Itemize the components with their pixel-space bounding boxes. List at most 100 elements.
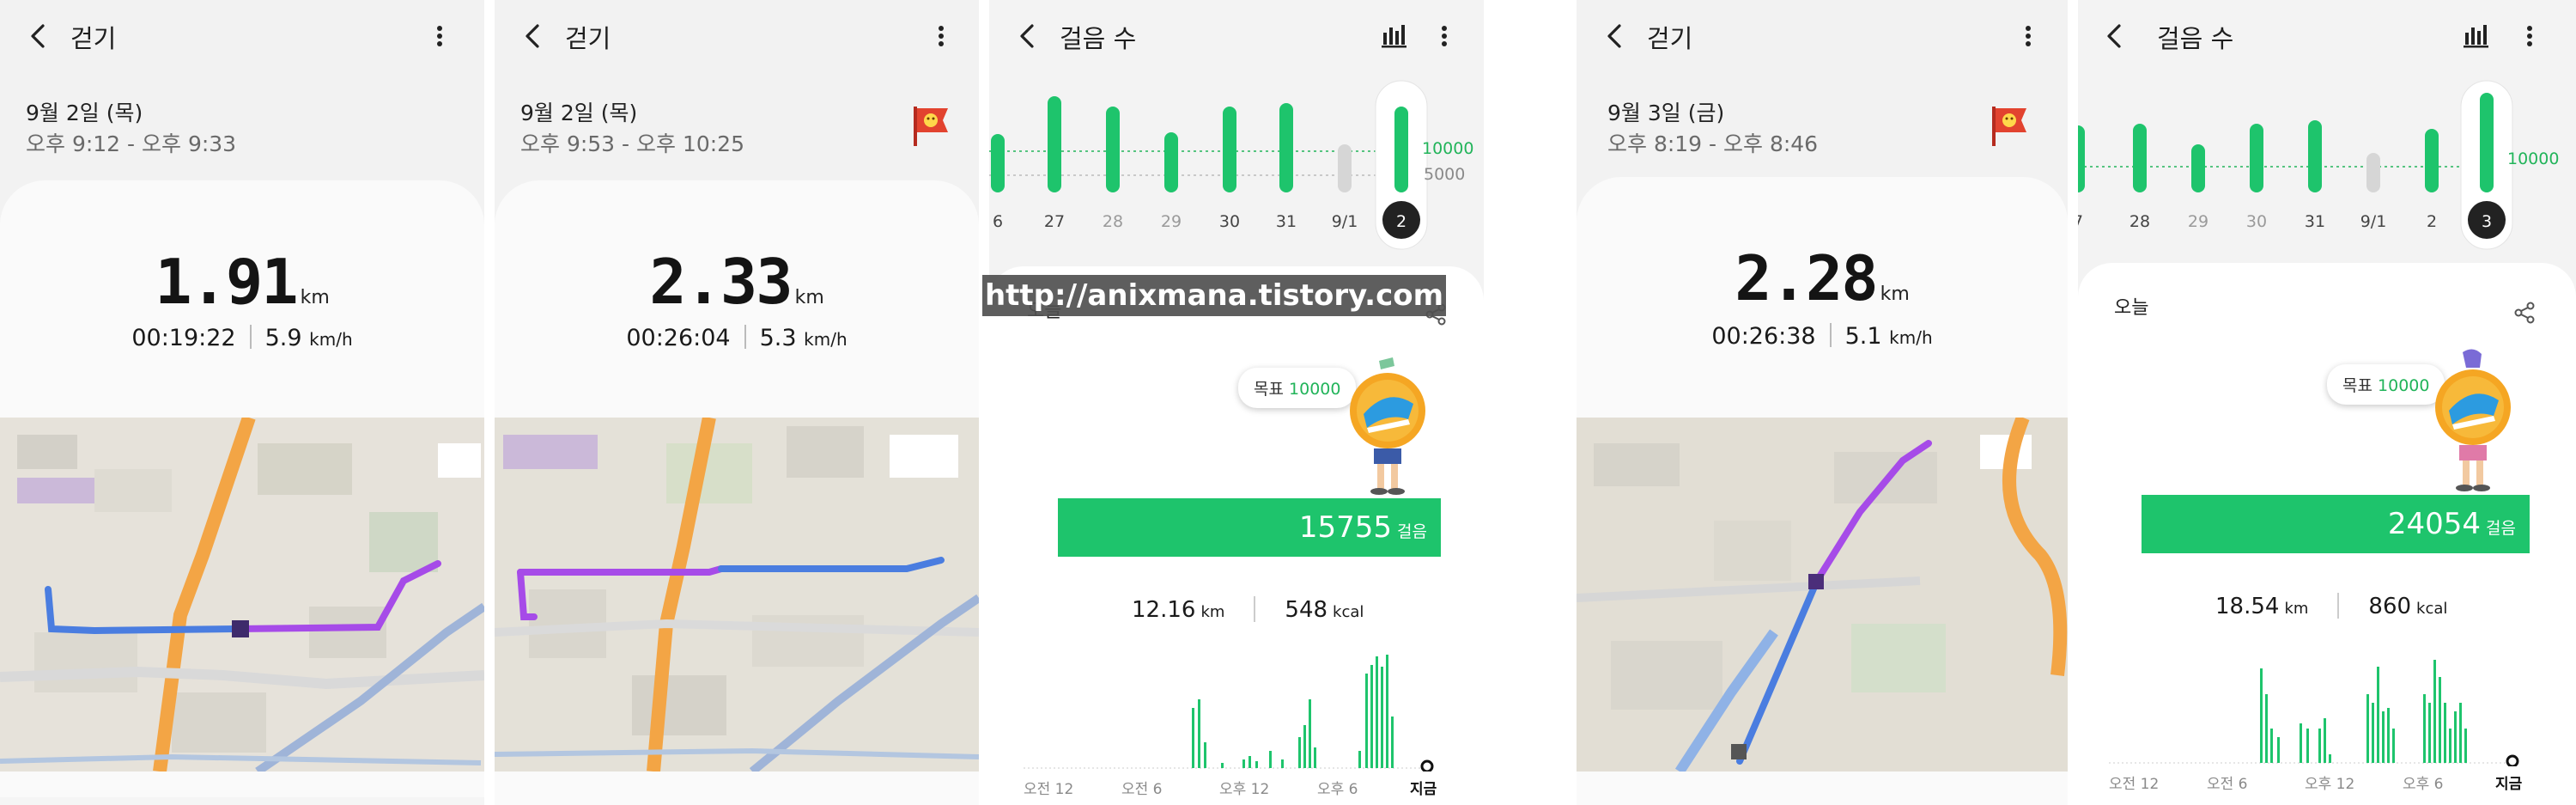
goal-value: 10000 — [2378, 376, 2430, 395]
hour-label: 오후 12 — [2305, 776, 2355, 793]
steps-screen-2: 걸음 수 7 28 29 30 31 9/1 2 3 10000 오늘 목표 10000 24… — [2078, 0, 2576, 805]
goal-line-label: 10000 — [2507, 149, 2560, 168]
next-card-edge — [0, 797, 484, 805]
week-bar — [1106, 107, 1120, 192]
week-day-label: 2 — [1396, 212, 1406, 231]
hour-bar — [1391, 717, 1394, 768]
more-vertical-icon[interactable] — [2519, 19, 2540, 53]
goal-bubble: 목표 10000 — [1238, 368, 1357, 408]
steps-distance-unit: km — [1200, 603, 1225, 621]
hour-bar — [2277, 737, 2280, 763]
route-map[interactable] — [0, 418, 484, 771]
hourly-steps-chart[interactable] — [2109, 649, 2538, 766]
walk-detail-screen-2: 걷기 9월 2일 (목) 오후 9:53 - 오후 10:25 2.33 km 0… — [495, 0, 979, 805]
steps-distance: 12.16 — [1132, 597, 1196, 623]
hour-bar — [2464, 729, 2467, 763]
week-bar — [1164, 132, 1178, 192]
top-bar: 걷기 — [0, 0, 484, 72]
steps-count: 15755 — [1298, 510, 1393, 545]
duration-speed: 00:26:38 5.1 km/h — [1577, 323, 2068, 350]
screen-title: 걸음 수 — [2157, 24, 2234, 53]
week-bar — [2308, 120, 2322, 192]
workout-time-range: 오후 9:12 - 오후 9:33 — [26, 131, 237, 156]
hour-bar — [1376, 656, 1378, 768]
hour-bar — [1281, 759, 1284, 768]
screen-title: 걷기 — [565, 24, 611, 53]
divider — [1254, 596, 1256, 622]
goal-bubble: 목표 10000 — [2327, 364, 2445, 405]
more-vertical-icon[interactable] — [2018, 19, 2038, 53]
back-arrow-icon[interactable] — [1013, 19, 1044, 53]
hourly-steps-chart[interactable] — [1024, 653, 1453, 771]
steps-screen-1: 걸음 수 627282930319/12 10000 5000 오늘 목표 10… — [989, 0, 1484, 805]
workout-date: 9월 2일 (목) — [520, 101, 638, 125]
more-vertical-icon[interactable] — [1434, 19, 1455, 53]
distance-unit: km — [794, 287, 824, 308]
back-arrow-icon[interactable] — [519, 19, 550, 53]
mascot-illustration — [2430, 349, 2516, 495]
hourly-axis-labels: 오전 12 오전 6 오후 12 오후 6 지금 — [1024, 777, 1453, 798]
half-goal-line-label: 5000 — [1424, 165, 1466, 184]
duration-value: 00:19:22 — [131, 325, 236, 351]
flag-icon — [1987, 103, 2032, 148]
hour-label-now: 지금 — [2495, 776, 2523, 793]
distance-readout: 2.33 km — [495, 246, 979, 318]
now-marker — [1420, 759, 1434, 771]
steps-unit: 걸음 — [1397, 522, 1427, 541]
bar-chart-icon[interactable] — [1379, 21, 1408, 50]
hour-bar — [2372, 703, 2374, 763]
steps-progress-bar: 15755 걸음 — [1058, 498, 1441, 557]
hour-bar — [1298, 737, 1301, 768]
weekly-steps-chart[interactable]: 6 27 28 29 30 31 9/1 2 — [989, 72, 1484, 258]
week-bar — [2133, 124, 2147, 192]
hour-bar — [1249, 756, 1251, 768]
week-bar — [1279, 103, 1293, 192]
weekly-steps-chart[interactable]: 7 28 29 30 31 9/1 2 3 — [2078, 72, 2576, 258]
hour-bar — [2270, 729, 2273, 763]
back-arrow-icon[interactable] — [2100, 19, 2131, 53]
route-map[interactable] — [495, 418, 979, 771]
distance-unit: km — [1880, 284, 1910, 305]
hour-bar — [2265, 694, 2268, 763]
hour-bar — [1269, 751, 1272, 768]
bar-chart-icon[interactable] — [2461, 21, 2490, 50]
hour-label: 오전 6 — [2207, 776, 2248, 793]
hour-bar — [2439, 677, 2441, 763]
week-bar — [1338, 144, 1352, 192]
week-bar — [2480, 93, 2494, 192]
distance-value: 2.28 — [1735, 242, 1878, 314]
share-icon[interactable] — [2512, 301, 2537, 325]
week-bar — [1048, 96, 1061, 192]
week-day-label: 29 — [2188, 212, 2208, 231]
hour-label: 오후 6 — [2403, 776, 2444, 793]
now-marker — [2506, 754, 2519, 766]
more-vertical-icon[interactable] — [429, 19, 450, 53]
speed-value: 5.3 — [759, 325, 797, 351]
hour-bar — [1365, 674, 1368, 768]
calories-value: 860 — [2368, 594, 2412, 619]
week-day-label: 6 — [993, 212, 1003, 231]
back-arrow-icon[interactable] — [24, 19, 55, 53]
hour-bar — [2449, 729, 2451, 763]
week-day-label: 28 — [2129, 212, 2150, 231]
hour-bar — [1309, 699, 1311, 768]
workout-date: 9월 3일 (금) — [1607, 101, 1725, 125]
steps-distance: 18.54 — [2215, 594, 2280, 619]
week-bar — [1394, 107, 1408, 192]
back-arrow-icon[interactable] — [1601, 19, 1631, 53]
hour-bar — [1386, 655, 1388, 768]
more-vertical-icon[interactable] — [931, 19, 951, 53]
week-day-label: 3 — [2482, 212, 2492, 231]
week-bar — [2250, 124, 2263, 192]
week-day-label: 9/1 — [1332, 212, 1358, 231]
steps-distance-unit: km — [2284, 600, 2309, 618]
walk-detail-screen-3: 걷기 9월 3일 (금) 오후 8:19 - 오후 8:46 2.28 km 00… — [1577, 0, 2068, 805]
goal-prefix: 목표 — [1254, 380, 1284, 399]
divider — [2337, 593, 2340, 619]
divider — [249, 325, 252, 349]
week-bar — [2425, 129, 2439, 192]
hour-bar — [1255, 761, 1258, 768]
screen-title: 걷기 — [1647, 24, 1693, 53]
speed-unit: km/h — [1889, 327, 1933, 348]
route-map[interactable] — [1577, 418, 2068, 771]
